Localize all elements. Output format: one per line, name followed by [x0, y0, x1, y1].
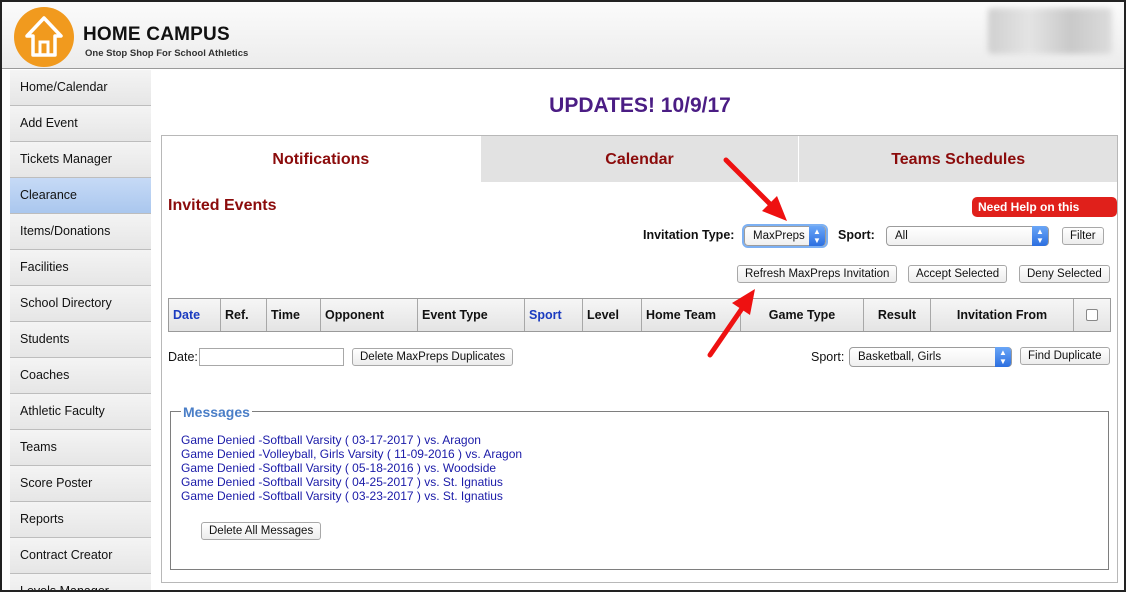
column-header-event-type: Event Type [418, 299, 525, 331]
sidebar-item-contract-creator[interactable]: Contract Creator [10, 538, 151, 574]
column-header-date[interactable]: Date [169, 299, 221, 331]
tab-calendar[interactable]: Calendar [479, 136, 799, 182]
sidebar-item-items-donations[interactable]: Items/Donations [10, 214, 151, 250]
duplicate-sport-label: Sport: [811, 350, 845, 364]
sidebar-item-levels-manager[interactable]: Levels Manager [10, 574, 151, 590]
app-window: HOME CAMPUS One Stop Shop For School Ath… [0, 0, 1126, 592]
duplicate-sport-value: Basketball, Girls [858, 351, 942, 363]
messages-list: Game Denied -Softball Varsity ( 03-17-20… [181, 433, 522, 503]
sidebar-item-add-event[interactable]: Add Event [10, 106, 151, 142]
message-item[interactable]: Game Denied -Softball Varsity ( 03-17-20… [181, 433, 522, 447]
duplicate-sport-select[interactable]: Basketball, Girls ▲ ▼ [849, 347, 1012, 367]
user-info-blurred [988, 8, 1112, 54]
page-title: UPDATES! 10/9/17 [549, 94, 731, 117]
column-header-opponent: Opponent [321, 299, 418, 331]
sidebar-item-facilities[interactable]: Facilities [10, 250, 151, 286]
sidebar-item-teams[interactable]: Teams [10, 430, 151, 466]
home-logo-icon[interactable] [14, 7, 74, 67]
select-all-cell [1074, 299, 1110, 331]
brand-title: HOME CAMPUS [83, 24, 230, 45]
brand-subtitle: One Stop Shop For School Athletics [85, 48, 249, 59]
chevron-updown-icon: ▲ ▼ [1032, 226, 1048, 246]
sidebar-item-reports[interactable]: Reports [10, 502, 151, 538]
chevron-updown-icon: ▲ ▼ [995, 347, 1011, 367]
header: HOME CAMPUS One Stop Shop For School Ath… [2, 2, 1124, 69]
message-item[interactable]: Game Denied -Softball Varsity ( 05-18-20… [181, 461, 522, 475]
message-item[interactable]: Game Denied -Softball Varsity ( 03-23-20… [181, 489, 522, 503]
chevron-updown-icon: ▲ ▼ [809, 226, 825, 246]
invited-events-table-header: Date Ref. Time Opponent Event Type Sport… [168, 298, 1111, 332]
section-title: Invited Events [168, 197, 277, 214]
tab-teams-schedules[interactable]: Teams Schedules [798, 136, 1118, 182]
sidebar-item-athletic-faculty[interactable]: Athletic Faculty [10, 394, 151, 430]
help-button[interactable]: Need Help on this Page? [972, 197, 1117, 234]
sidebar-item-clearance[interactable]: Clearance [10, 178, 151, 214]
sport-filter-label: Sport: [838, 228, 875, 242]
select-all-checkbox[interactable] [1086, 308, 1098, 321]
filter-button[interactable]: Filter [1062, 227, 1104, 245]
sidebar: Home/Calendar Add Event Tickets Manager … [10, 70, 151, 590]
find-duplicate-button[interactable]: Find Duplicate [1020, 347, 1110, 365]
column-header-game-type: Game Type [741, 299, 864, 331]
sidebar-item-tickets-manager[interactable]: Tickets Manager [10, 142, 151, 178]
tab-notifications[interactable]: Notifications [162, 136, 480, 182]
main-panel: Notifications Calendar Teams Schedules I… [161, 135, 1118, 583]
refresh-maxpreps-button[interactable]: Refresh MaxPreps Invitation [737, 265, 898, 283]
tab-bar: Notifications Calendar Teams Schedules [162, 136, 1118, 182]
sidebar-item-school-directory[interactable]: School Directory [10, 286, 151, 322]
sidebar-item-score-poster[interactable]: Score Poster [10, 466, 151, 502]
invitation-type-select[interactable]: MaxPreps ▲ ▼ [744, 226, 826, 246]
column-header-ref: Ref. [221, 299, 267, 331]
column-header-result: Result [864, 299, 931, 331]
column-header-sport[interactable]: Sport [525, 299, 583, 331]
column-header-time: Time [267, 299, 321, 331]
date-input[interactable] [199, 348, 344, 366]
sidebar-item-home-calendar[interactable]: Home/Calendar [10, 70, 151, 106]
sidebar-item-coaches[interactable]: Coaches [10, 358, 151, 394]
column-header-home-team: Home Team [642, 299, 741, 331]
invitation-type-value: MaxPreps [753, 230, 805, 242]
date-label: Date: [168, 350, 198, 364]
messages-legend: Messages [181, 404, 252, 420]
delete-all-messages-button[interactable]: Delete All Messages [201, 522, 322, 540]
message-item[interactable]: Game Denied -Volleyball, Girls Varsity (… [181, 447, 522, 461]
column-header-invitation-from: Invitation From [931, 299, 1074, 331]
message-item[interactable]: Game Denied -Softball Varsity ( 04-25-20… [181, 475, 522, 489]
delete-duplicates-button[interactable]: Delete MaxPreps Duplicates [352, 348, 514, 366]
accept-selected-button[interactable]: Accept Selected [908, 265, 1008, 283]
invitation-type-label: Invitation Type: [643, 228, 735, 242]
sport-filter-value: All [895, 230, 908, 242]
column-header-level: Level [583, 299, 642, 331]
sidebar-item-students[interactable]: Students [10, 322, 151, 358]
messages-box: Messages Game Denied -Softball Varsity (… [170, 404, 1109, 570]
deny-selected-button[interactable]: Deny Selected [1019, 265, 1110, 283]
sport-filter-select[interactable]: All ▲ ▼ [886, 226, 1049, 246]
